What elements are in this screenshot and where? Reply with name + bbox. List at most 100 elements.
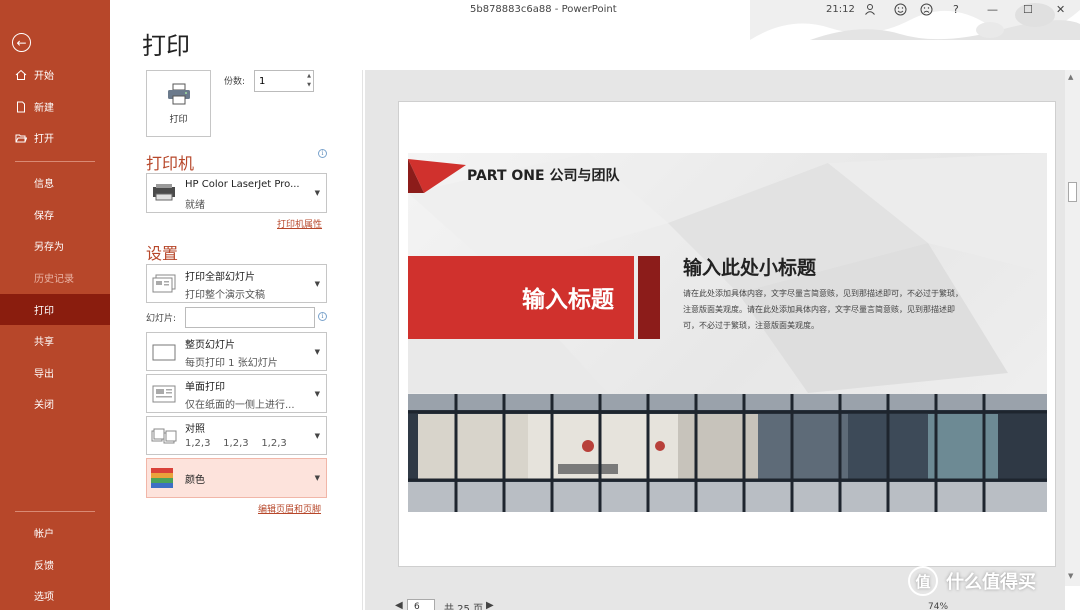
print-range-title: 打印全部幻灯片 [185, 272, 255, 283]
page-title: 打印 [142, 32, 190, 60]
watermark-text: 什么值得买 [946, 572, 1036, 593]
printer-dropdown[interactable]: HP Color LaserJet Pro... 就绪 ▼ [146, 173, 327, 213]
help-button[interactable]: ? [953, 3, 959, 17]
color-title: 颜色 [185, 475, 205, 486]
info-icon[interactable]: i [318, 312, 327, 321]
dropdown-arrow-icon: ▼ [314, 189, 320, 197]
collate-title: 对照 [185, 424, 205, 435]
close-button[interactable]: ✕ [1056, 3, 1065, 17]
copies-label: 份数: [224, 77, 246, 87]
collate-desc: 1,2,3 1,2,3 1,2,3 [185, 438, 287, 449]
nav-home-label: 开始 [34, 71, 54, 82]
watermark: 值 什么值得买 [908, 566, 1036, 596]
sides-title: 单面打印 [185, 382, 225, 393]
slide-preview: PART ONE 公司与团队 输入标题 输入此处小标题 请在此处添加具体内容，文… [408, 153, 1047, 512]
copies-input[interactable] [255, 71, 303, 91]
maximize-button[interactable]: ☐ [1023, 3, 1033, 17]
next-page-icon[interactable]: ▶ [486, 600, 494, 610]
nav-feedback-label: 反馈 [34, 561, 54, 572]
nav-save[interactable]: 保存 [0, 199, 110, 230]
backstage-sidebar: ← 开始 新建 打开 信息 保存 另存为 历史记录 打印 共享 导出 关闭 帐户… [0, 0, 110, 610]
slide-body-text: 请在此处添加具体内容，文字尽量言简意赅，见到那描述即可，不必过于繁琐，注意版面美… [683, 289, 963, 330]
slides-label: 幻灯片: [146, 314, 177, 324]
scroll-up-icon[interactable]: ▲ [1068, 73, 1073, 81]
nav-new[interactable]: 新建 [0, 91, 110, 122]
nav-share-label: 共享 [34, 337, 54, 348]
part-flag-icon [408, 159, 466, 193]
window-title: 5b878883c6a88 - PowerPoint [470, 4, 617, 15]
slides-stack-icon [151, 274, 177, 294]
nav-account[interactable]: 帐户 [0, 517, 110, 548]
prev-page-icon[interactable]: ◀ [395, 600, 403, 610]
minimize-button[interactable]: — [987, 3, 998, 17]
nav-feedback[interactable]: 反馈 [0, 549, 110, 580]
printer-icon [167, 83, 191, 108]
print-button-label: 打印 [169, 114, 188, 125]
sides-dropdown[interactable]: 单面打印 仅在纸面的一侧上进行... ▼ [146, 374, 327, 413]
nav-new-label: 新建 [34, 103, 54, 114]
print-range-desc: 打印整个演示文稿 [185, 290, 265, 301]
nav-export-label: 导出 [34, 369, 54, 380]
frown-icon[interactable] [920, 3, 933, 20]
nav-options-label: 选项 [34, 592, 54, 603]
nav-save-as[interactable]: 另存为 [0, 230, 110, 261]
printer-status: 就绪 [185, 200, 205, 211]
back-arrow-icon[interactable]: ← [12, 33, 31, 52]
page-number-input[interactable]: 6 [407, 599, 435, 610]
nav-print[interactable]: 打印 [0, 294, 110, 325]
spin-down-icon[interactable]: ▼ [307, 82, 311, 88]
panel-divider [362, 70, 363, 610]
scroll-thumb[interactable] [1068, 182, 1077, 202]
layout-dropdown[interactable]: 整页幻灯片 每页打印 1 张幻灯片 ▼ [146, 332, 327, 371]
printer-section-title: 打印机 [146, 154, 195, 173]
nav-options[interactable]: 选项 [0, 580, 110, 610]
print-button[interactable]: 打印 [146, 70, 211, 137]
nav-export[interactable]: 导出 [0, 357, 110, 388]
collate-dropdown[interactable]: 对照 1,2,3 1,2,3 1,2,3 ▼ [146, 416, 327, 455]
nav-home[interactable]: 开始 [0, 59, 110, 90]
printer-name: HP Color LaserJet Pro... [185, 179, 300, 190]
folder-open-icon [15, 132, 27, 144]
nav-save-label: 保存 [34, 211, 54, 222]
nav-history[interactable]: 历史记录 [0, 262, 110, 293]
color-dropdown[interactable]: 颜色 ▼ [146, 458, 327, 498]
spin-up-icon[interactable]: ▲ [307, 73, 311, 79]
copies-stepper[interactable]: ▲ ▼ [254, 70, 314, 92]
nav-account-label: 帐户 [34, 529, 54, 540]
edit-header-footer-link[interactable]: 编辑页眉和页脚 [258, 502, 321, 515]
nav-close-label: 关闭 [34, 400, 54, 411]
nav-info[interactable]: 信息 [0, 167, 110, 198]
clock: 21:12 [826, 4, 855, 15]
full-page-slide-icon [151, 342, 177, 362]
dropdown-arrow-icon: ▼ [314, 347, 320, 356]
layout-title: 整页幻灯片 [185, 340, 235, 351]
slide-accent-bar [638, 256, 660, 339]
user-icon[interactable] [864, 3, 876, 19]
nav-close[interactable]: 关闭 [0, 388, 110, 419]
slide-title-box: 输入标题 [408, 256, 634, 339]
nav-print-label: 打印 [34, 306, 54, 317]
preview-scrollbar[interactable]: ▲ ▼ [1065, 70, 1080, 586]
title-bar: 5b878883c6a88 - PowerPoint 21:12 ? — ☐ ✕ [110, 0, 1080, 40]
nav-open[interactable]: 打开 [0, 122, 110, 153]
smile-icon[interactable] [894, 3, 907, 20]
dropdown-arrow-icon: ▼ [314, 389, 320, 398]
slides-input[interactable] [185, 307, 315, 328]
nav-history-label: 历史记录 [34, 274, 74, 285]
print-range-dropdown[interactable]: 打印全部幻灯片 打印整个演示文稿 ▼ [146, 264, 327, 303]
nav-share[interactable]: 共享 [0, 325, 110, 356]
watermark-logo-icon: 值 [908, 566, 938, 596]
scroll-down-icon[interactable]: ▼ [1068, 572, 1073, 580]
home-icon [15, 69, 27, 81]
nav-info-label: 信息 [34, 179, 54, 190]
collate-icon [151, 426, 177, 446]
printer-properties-link[interactable]: 打印机属性 [277, 217, 322, 230]
info-icon[interactable]: i [318, 149, 327, 158]
dropdown-arrow-icon: ▼ [314, 431, 320, 440]
nav-open-label: 打开 [34, 134, 54, 145]
preview-page: PART ONE 公司与团队 输入标题 输入此处小标题 请在此处添加具体内容，文… [398, 101, 1056, 567]
office-photo [408, 394, 1047, 512]
sidebar-divider [15, 161, 95, 162]
dropdown-arrow-icon: ▼ [314, 279, 320, 288]
color-swatch-icon [151, 468, 177, 488]
